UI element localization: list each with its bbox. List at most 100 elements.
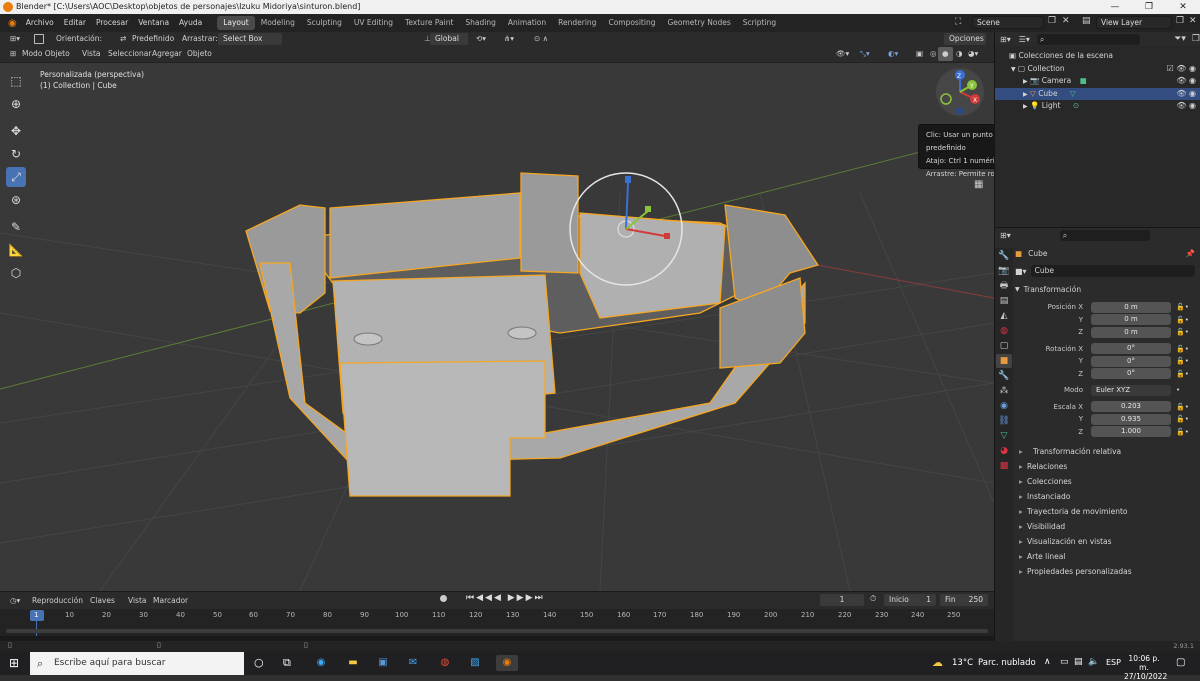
z-axis-cap[interactable] bbox=[625, 176, 631, 183]
tab-uv-editing[interactable]: UV Editing bbox=[348, 16, 399, 30]
tool-tab-icon[interactable]: 🔧 bbox=[996, 249, 1012, 263]
panel-arte-lineal[interactable]: Arte lineal bbox=[1015, 549, 1200, 564]
select-box-tool-icon[interactable]: ⬚ bbox=[6, 71, 26, 91]
world-tab-icon[interactable]: ◍ bbox=[996, 324, 1012, 338]
blender-menu-icon[interactable]: ◉ bbox=[4, 18, 21, 29]
physics-tab-icon[interactable]: ◉ bbox=[996, 399, 1012, 413]
scale-z-field[interactable]: 1.000 bbox=[1091, 426, 1171, 438]
tab-animation[interactable]: Animation bbox=[502, 16, 552, 30]
position-x-field[interactable]: 0 m bbox=[1091, 301, 1171, 313]
expand-icon[interactable]: ▼ bbox=[1011, 66, 1016, 73]
object-data-icon[interactable]: ■▾ bbox=[1015, 267, 1027, 276]
rotation-y-field[interactable]: 0° bbox=[1091, 355, 1171, 367]
nav-neg-z-ball[interactable] bbox=[956, 107, 964, 115]
data-tab-icon[interactable]: ▽ bbox=[996, 429, 1012, 443]
render-tab-icon[interactable]: 📷 bbox=[996, 264, 1012, 278]
clock[interactable]: 10:06 p. m. 27/10/2022 bbox=[1124, 654, 1167, 681]
menu-claves[interactable]: Claves bbox=[86, 594, 119, 608]
options-dropdown[interactable]: Opciones bbox=[944, 33, 986, 45]
copy-layer-icon[interactable]: ❐ bbox=[1176, 16, 1184, 26]
pivot-point-icon[interactable]: ⟲▾ bbox=[472, 32, 490, 46]
position-y-field[interactable]: 0 m bbox=[1091, 314, 1171, 326]
start-frame-field[interactable]: Inicio 1 bbox=[884, 594, 936, 606]
notifications-icon[interactable]: ▢ bbox=[1176, 657, 1185, 668]
scale-y-field[interactable]: 0.935 bbox=[1091, 413, 1171, 425]
keyframe-dot-icon[interactable]: • bbox=[1176, 386, 1180, 394]
cube-visibility-icons[interactable]: 👁 ◉ bbox=[1176, 88, 1196, 101]
panel-visualizacion[interactable]: Visualización en vistas bbox=[1015, 534, 1200, 549]
rotation-mode-dropdown[interactable]: Euler XYZ bbox=[1091, 384, 1171, 396]
expand-icon[interactable]: ▶ bbox=[1023, 103, 1028, 110]
drag-dropdown[interactable]: Select Box bbox=[218, 33, 282, 45]
transform-section[interactable]: ▼ Transformación bbox=[1015, 282, 1200, 297]
properties-editor-icon[interactable]: ⊞▾ bbox=[995, 231, 1016, 240]
copy-scene-icon[interactable]: ❐ bbox=[1048, 16, 1056, 26]
proportional-edit-icon[interactable]: ⊙ ∧ bbox=[530, 32, 552, 46]
view-layer-selector[interactable]: View Layer bbox=[1096, 16, 1172, 29]
timeline-scrollbar[interactable] bbox=[6, 629, 988, 633]
current-frame-field[interactable]: 1 bbox=[820, 594, 864, 606]
outliner-item-camera[interactable]: ▶ 📷 Camera ■ 👁 ◉ bbox=[995, 75, 1200, 88]
delete-scene-icon[interactable]: ✕ bbox=[1062, 16, 1070, 26]
position-z-field[interactable]: 0 m bbox=[1091, 326, 1171, 338]
xray-icon[interactable]: ▣ bbox=[912, 47, 927, 61]
task-view-icon[interactable]: ⧉ bbox=[283, 656, 291, 670]
tab-geometry-nodes[interactable]: Geometry Nodes bbox=[661, 16, 736, 30]
panel-relaciones[interactable]: Relaciones bbox=[1015, 459, 1200, 474]
output-tab-icon[interactable]: 🖶 bbox=[996, 279, 1012, 293]
object-name-input[interactable]: Cube bbox=[1030, 265, 1195, 277]
panel-propiedades[interactable]: Propiedades personalizadas bbox=[1015, 564, 1200, 579]
rotation-z-field[interactable]: 0° bbox=[1091, 368, 1171, 380]
panel-instanciado[interactable]: Instanciado bbox=[1015, 489, 1200, 504]
timeline-editor-icon[interactable]: ◷▾ bbox=[6, 594, 24, 608]
lock-icon[interactable]: 🔓• bbox=[1176, 345, 1189, 353]
weather-temp[interactable]: 13°C bbox=[952, 658, 973, 668]
end-frame-field[interactable]: Fin 250 bbox=[940, 594, 988, 606]
view-layer-tab-icon[interactable]: ▤ bbox=[996, 294, 1012, 308]
mail-icon[interactable]: ✉ bbox=[404, 655, 422, 671]
transform-tool-icon[interactable]: ⊛ bbox=[6, 190, 26, 210]
lock-icon[interactable]: 🔓• bbox=[1176, 370, 1189, 378]
lock-icon[interactable]: 🔓• bbox=[1176, 428, 1189, 436]
scale-x-field[interactable]: 0.203 bbox=[1091, 401, 1171, 413]
scene-tab-icon[interactable]: ◭ bbox=[996, 309, 1012, 323]
camera-visibility-icons[interactable]: 👁 ◉ bbox=[1176, 75, 1196, 88]
visibility-icon[interactable]: 👁▾ bbox=[832, 47, 853, 61]
3d-viewport[interactable]: Z Y X Personalizada (perspectiva) (1) Co… bbox=[0, 63, 994, 591]
photos-icon[interactable]: ▨ bbox=[466, 655, 484, 671]
minimize-button[interactable]: — bbox=[1098, 0, 1132, 14]
outliner-scene-collection[interactable]: ▣ Colecciones de la escena bbox=[995, 50, 1200, 63]
outliner-item-light[interactable]: ▶ 💡 Light ⊙ 👁 ◉ bbox=[995, 100, 1200, 113]
tab-shading[interactable]: Shading bbox=[459, 16, 501, 30]
menu-ayuda[interactable]: Ayuda bbox=[174, 14, 207, 32]
expand-icon[interactable]: ▶ bbox=[1023, 91, 1028, 98]
cursor-tool-icon[interactable]: ⊕ bbox=[6, 94, 26, 114]
transform-orientation-dropdown[interactable]: Global bbox=[430, 33, 468, 45]
menu-ventana[interactable]: Ventana bbox=[133, 14, 174, 32]
windows-start-icon[interactable]: ⊞ bbox=[9, 657, 19, 669]
menu-reproduccion[interactable]: Reproducción bbox=[28, 594, 87, 608]
properties-search-input[interactable]: ⌕ bbox=[1059, 229, 1150, 241]
network-icon[interactable]: ▤ bbox=[1074, 657, 1083, 667]
lock-icon[interactable]: 🔓• bbox=[1176, 328, 1189, 336]
measure-tool-icon[interactable]: 📐 bbox=[6, 240, 26, 260]
menu-agregar[interactable]: Agregar bbox=[148, 47, 186, 61]
chevron-up-icon[interactable]: ∧ bbox=[1044, 657, 1051, 667]
panel-colecciones[interactable]: Colecciones bbox=[1015, 474, 1200, 489]
record-icon[interactable] bbox=[440, 595, 447, 602]
delete-layer-icon[interactable]: ✕ bbox=[1189, 16, 1197, 26]
select-mode-icon[interactable] bbox=[34, 34, 44, 44]
file-explorer-icon[interactable]: ▬ bbox=[344, 655, 362, 671]
blender-taskbar-icon[interactable]: ◉ bbox=[496, 655, 518, 671]
modifier-tab-icon[interactable]: 🔧 bbox=[996, 369, 1012, 383]
outliner-item-cube[interactable]: ▶ ▽ Cube ▽ 👁 ◉ bbox=[995, 87, 1200, 101]
cortana-icon[interactable]: ○ bbox=[254, 656, 264, 669]
edge-icon[interactable]: ◉ bbox=[312, 655, 330, 671]
expand-icon[interactable]: ▶ bbox=[1023, 78, 1028, 85]
menu-marcador[interactable]: Marcador bbox=[149, 594, 192, 608]
display-mode-icon[interactable]: ☰▾ bbox=[1016, 35, 1033, 44]
mode-dropdown[interactable]: Modo Objeto bbox=[18, 47, 74, 61]
tab-scripting[interactable]: Scripting bbox=[737, 16, 782, 30]
x-axis-cap[interactable] bbox=[664, 233, 670, 239]
lock-icon[interactable]: 🔓• bbox=[1176, 357, 1189, 365]
